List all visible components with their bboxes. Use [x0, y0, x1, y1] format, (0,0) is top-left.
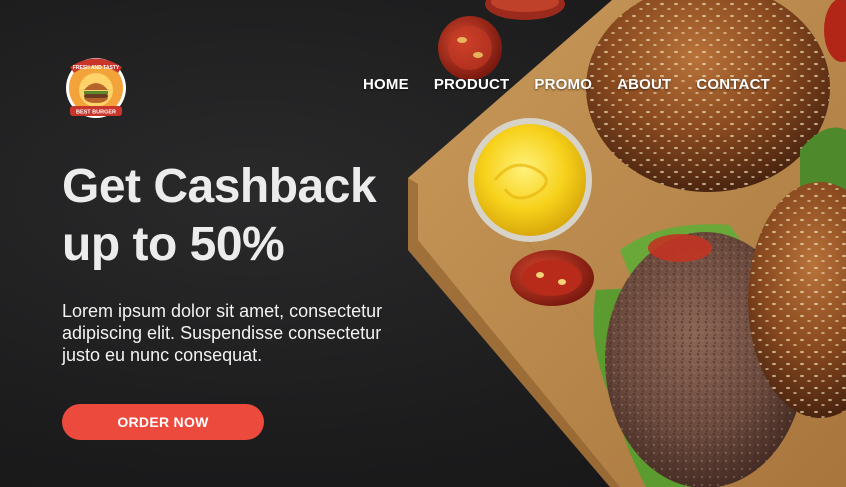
nav-product[interactable]: PRODUCT — [434, 76, 510, 93]
main-nav: HOME PRODUCT PROMO ABOUT CONTACT — [363, 76, 795, 93]
headline-line-2: up to 50% — [62, 218, 285, 271]
nav-promo[interactable]: PROMO — [534, 76, 592, 93]
hero-description: Lorem ipsum dolor sit amet, consectetur … — [62, 300, 442, 366]
headline-line-1: Get Cashback — [62, 160, 377, 213]
nav-home[interactable]: HOME — [363, 76, 409, 93]
logo-top-text: FRESH AND TASTY — [73, 65, 120, 71]
order-now-button[interactable]: ORDER NOW — [62, 404, 264, 440]
description-line-3: justo eu nunc consequat. — [62, 345, 263, 365]
logo-bottom-text: BEST BURGER — [76, 110, 116, 116]
hero-headline: Get Cashback up to 50% — [62, 158, 422, 274]
description-line-1: Lorem ipsum dolor sit amet, consectetur — [62, 301, 383, 321]
description-line-2: adipiscing elit. Suspendisse consectetur — [62, 323, 382, 343]
brand-logo[interactable]: FRESH AND TASTY BEST BURGER — [62, 50, 130, 122]
nav-contact[interactable]: CONTACT — [696, 76, 770, 93]
nav-about[interactable]: ABOUT — [617, 76, 671, 93]
landing-page: FRESH AND TASTY BEST BURGER HOME PRODUCT… — [0, 0, 846, 487]
